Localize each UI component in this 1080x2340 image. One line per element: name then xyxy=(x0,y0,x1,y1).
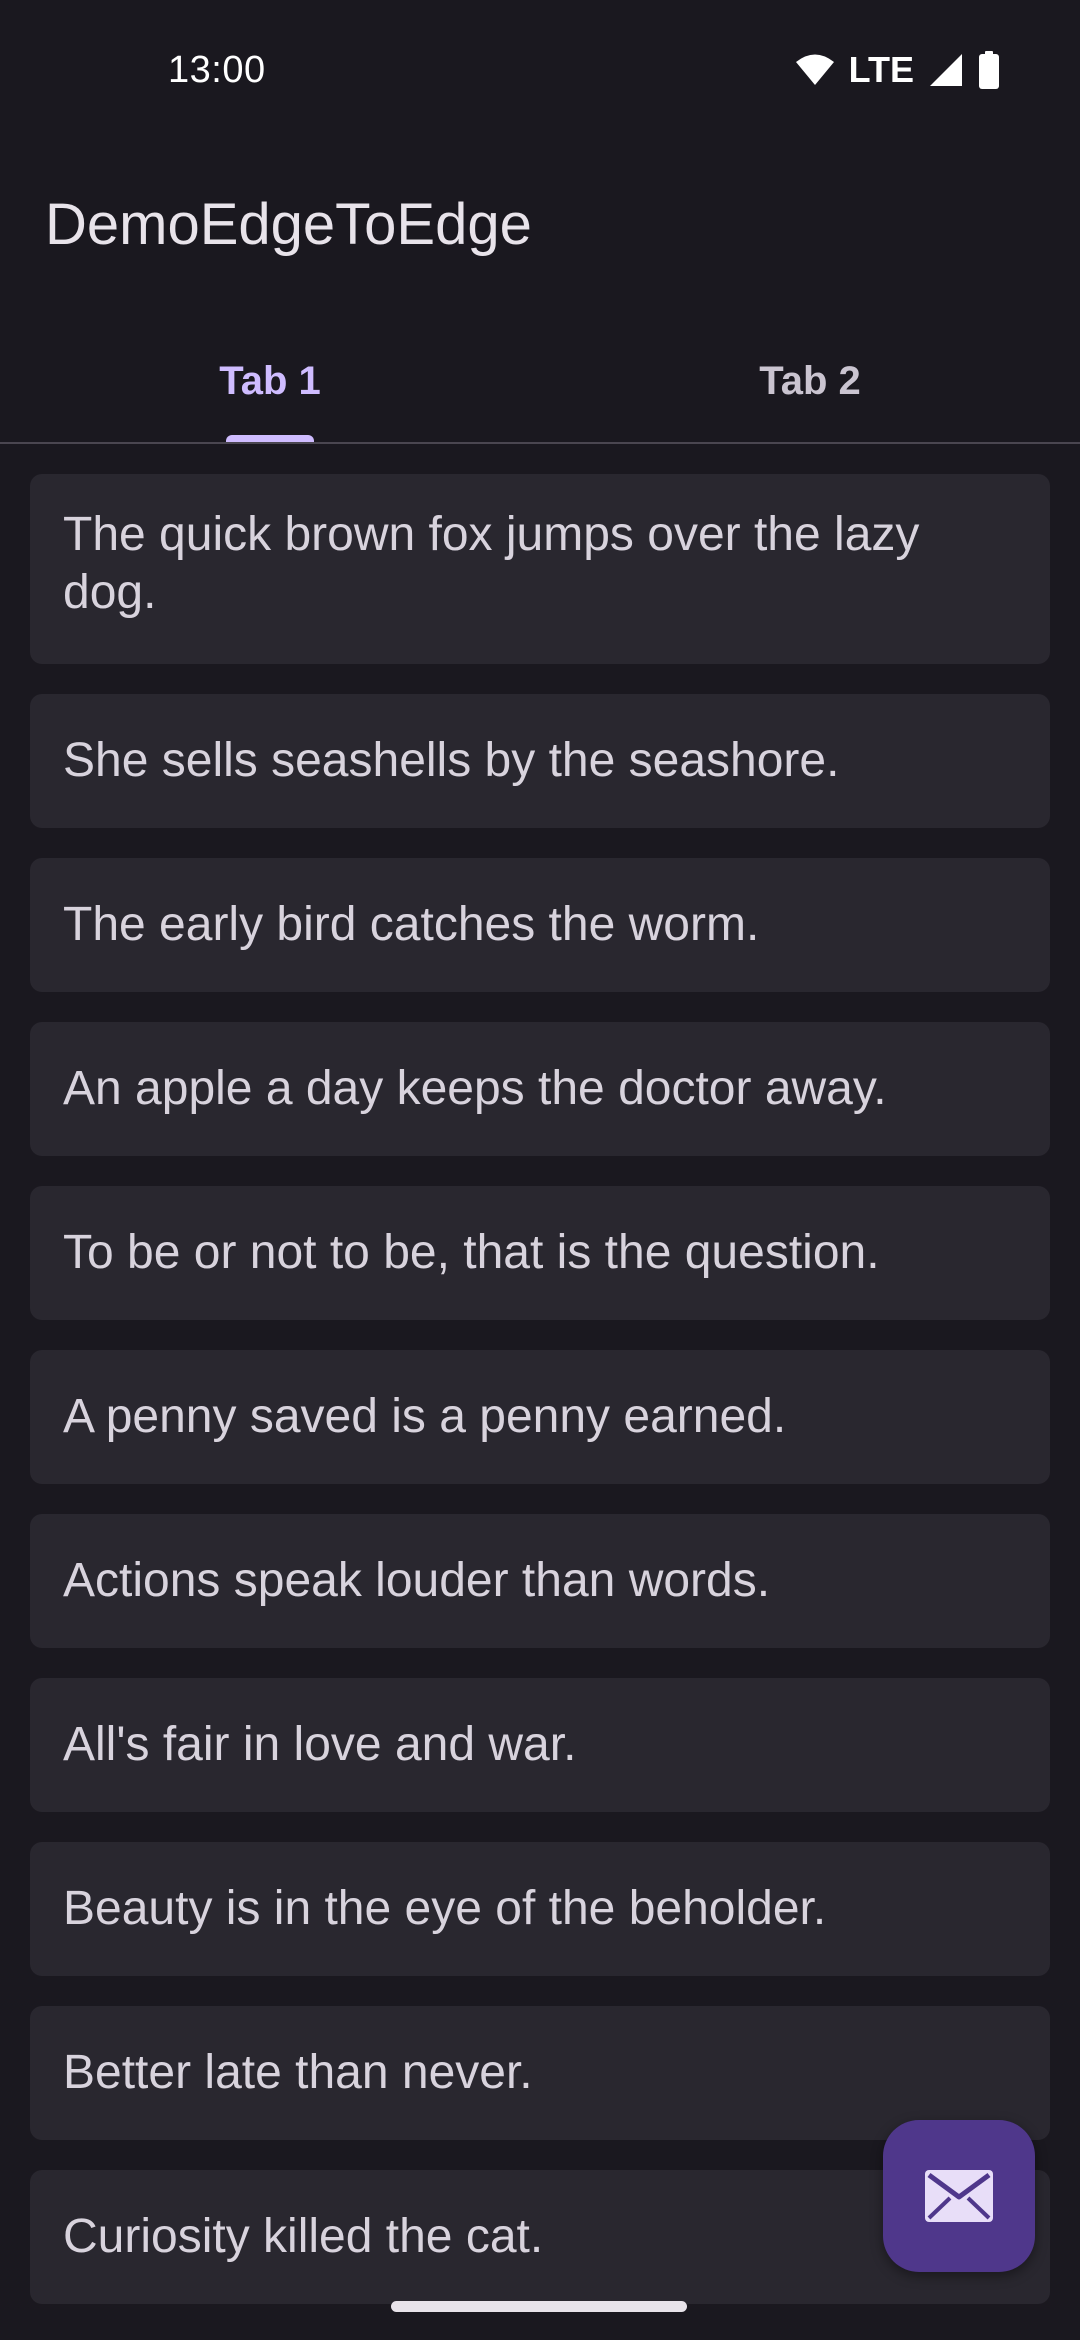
signal-icon xyxy=(930,54,962,86)
gesture-navigation-bar[interactable] xyxy=(391,2301,687,2312)
list-item[interactable]: She sells seashells by the seashore. xyxy=(30,694,1050,828)
tab-2[interactable]: Tab 2 xyxy=(540,320,1080,442)
list-item[interactable]: Beauty is in the eye of the beholder. xyxy=(30,1842,1050,1976)
battery-icon xyxy=(979,51,999,89)
list-item[interactable]: Actions speak louder than words. xyxy=(30,1514,1050,1648)
mail-icon xyxy=(925,2170,993,2222)
list-item[interactable]: The early bird catches the worm. xyxy=(30,858,1050,992)
app-title: DemoEdgeToEdge xyxy=(45,192,532,257)
tab-1[interactable]: Tab 1 xyxy=(0,320,540,442)
status-bar: 13:00 LTE xyxy=(0,0,1080,140)
tab-1-label: Tab 1 xyxy=(219,358,321,403)
status-icons: LTE xyxy=(795,50,1000,90)
network-type: LTE xyxy=(848,49,914,90)
tab-2-label: Tab 2 xyxy=(759,358,861,403)
tab-row: Tab 1 Tab 2 xyxy=(0,320,1080,444)
compose-fab[interactable] xyxy=(883,2120,1035,2272)
tab-selected-indicator xyxy=(226,435,314,442)
wifi-icon xyxy=(795,54,834,85)
status-time: 13:00 xyxy=(168,49,266,91)
list-item[interactable]: The quick brown fox jumps over the lazy … xyxy=(30,474,1050,664)
list-item[interactable]: Better late than never. xyxy=(30,2006,1050,2140)
list-item[interactable]: All's fair in love and war. xyxy=(30,1678,1050,1812)
list-item[interactable]: An apple a day keeps the doctor away. xyxy=(30,1022,1050,1156)
item-list[interactable]: The quick brown fox jumps over the lazy … xyxy=(30,474,1050,2334)
list-item[interactable]: To be or not to be, that is the question… xyxy=(30,1186,1050,1320)
list-item[interactable]: A penny saved is a penny earned. xyxy=(30,1350,1050,1484)
